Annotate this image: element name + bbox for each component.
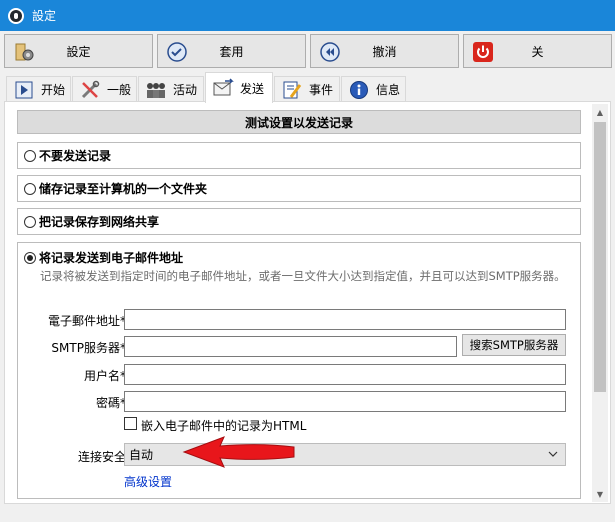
chevron-down-icon bbox=[547, 448, 559, 463]
tab-events[interactable]: 事件 bbox=[274, 76, 340, 102]
tab-send[interactable]: 发送 bbox=[205, 72, 273, 103]
red-arrow-annotation-icon bbox=[182, 435, 298, 472]
apply-button[interactable]: 套用 bbox=[157, 34, 306, 68]
send-settings-panel: 测试设置以发送记录 不要发送记录 储存记录至计算机的一个文件夹 把记录保存到网络… bbox=[4, 101, 611, 504]
advanced-settings-link[interactable]: 高级设置 bbox=[124, 473, 172, 490]
tab-activity[interactable]: 活动 bbox=[138, 76, 204, 102]
window-title: 設定 bbox=[32, 9, 57, 23]
connection-security-label: 连接安全: bbox=[77, 450, 130, 464]
tab-start[interactable]: 开始 bbox=[6, 76, 71, 102]
play-icon bbox=[13, 80, 35, 100]
username-input[interactable] bbox=[124, 364, 566, 385]
option-send-email[interactable]: 将记录发送到电子邮件地址 bbox=[24, 249, 183, 266]
email-address-input[interactable] bbox=[124, 309, 566, 330]
rewind-icon bbox=[319, 41, 341, 63]
email-address-label: 電子郵件地址*: bbox=[47, 314, 130, 328]
section-header: 测试设置以发送记录 bbox=[17, 110, 581, 134]
username-label: 用户名*: bbox=[83, 369, 130, 383]
close-button[interactable]: 关 bbox=[463, 34, 612, 68]
smtp-server-label: SMTP服务器*: bbox=[51, 341, 130, 355]
tab-general[interactable]: 一般 bbox=[72, 76, 137, 102]
smtp-server-input[interactable] bbox=[124, 336, 457, 357]
password-label: 密碼*: bbox=[95, 396, 130, 410]
option-label: 不要发送记录 bbox=[39, 149, 112, 163]
scrollbar-thumb[interactable] bbox=[594, 122, 606, 392]
embed-html-checkbox[interactable] bbox=[124, 417, 137, 430]
tab-label: 一般 bbox=[107, 83, 132, 97]
tab-label: 活动 bbox=[173, 83, 198, 97]
toolbar: 設定 套用 撤消 关 bbox=[4, 34, 612, 68]
option-save-folder[interactable]: 储存记录至计算机的一个文件夹 bbox=[17, 175, 581, 202]
scroll-down-icon[interactable]: ▼ bbox=[592, 486, 608, 502]
radio-send-email[interactable] bbox=[24, 251, 36, 264]
tab-label: 事件 bbox=[309, 83, 334, 97]
tab-bar: 开始 一般 活动 发送 事件 信息 bbox=[4, 72, 406, 103]
embed-html-label: 嵌入电子邮件中的记录为HTML bbox=[141, 419, 307, 433]
password-input[interactable] bbox=[124, 391, 566, 412]
tab-info[interactable]: 信息 bbox=[341, 76, 406, 102]
radio-no-send[interactable] bbox=[24, 149, 36, 162]
edit-icon bbox=[281, 80, 303, 100]
app-icon bbox=[8, 7, 24, 24]
option-no-send[interactable]: 不要发送记录 bbox=[17, 142, 581, 169]
tab-label: 信息 bbox=[376, 83, 401, 97]
settings-tools-icon bbox=[13, 41, 35, 63]
radio-save-network[interactable] bbox=[24, 215, 36, 228]
search-smtp-button[interactable]: 搜索SMTP服务器 bbox=[462, 334, 566, 356]
email-description: 记录将被发送到指定时间的电子邮件地址，或者一旦文件大小达到指定值，并且可以达到S… bbox=[40, 269, 566, 283]
tools-icon bbox=[79, 80, 101, 100]
option-send-email-box: 将记录发送到电子邮件地址 记录将被发送到指定时间的电子邮件地址，或者一旦文件大小… bbox=[17, 242, 581, 499]
settings-button[interactable]: 設定 bbox=[4, 34, 153, 68]
title-bar: 設定 bbox=[0, 0, 615, 31]
option-label: 储存记录至计算机的一个文件夹 bbox=[39, 182, 208, 196]
people-icon bbox=[145, 80, 167, 100]
option-save-network[interactable]: 把记录保存到网络共享 bbox=[17, 208, 581, 235]
tab-label: 发送 bbox=[240, 81, 265, 96]
radio-save-folder[interactable] bbox=[24, 182, 36, 195]
clock-check-icon bbox=[166, 41, 188, 63]
tab-label: 开始 bbox=[41, 83, 66, 97]
info-icon bbox=[348, 80, 370, 100]
connection-security-value: 自动 bbox=[129, 448, 154, 462]
option-label: 将记录发送到电子邮件地址 bbox=[39, 251, 184, 265]
mail-icon bbox=[212, 78, 234, 98]
undo-button[interactable]: 撤消 bbox=[310, 34, 459, 68]
option-label: 把记录保存到网络共享 bbox=[39, 215, 160, 229]
vertical-scrollbar[interactable]: ▲ ▼ bbox=[592, 104, 608, 502]
scroll-up-icon[interactable]: ▲ bbox=[592, 104, 608, 120]
power-icon bbox=[472, 41, 494, 63]
